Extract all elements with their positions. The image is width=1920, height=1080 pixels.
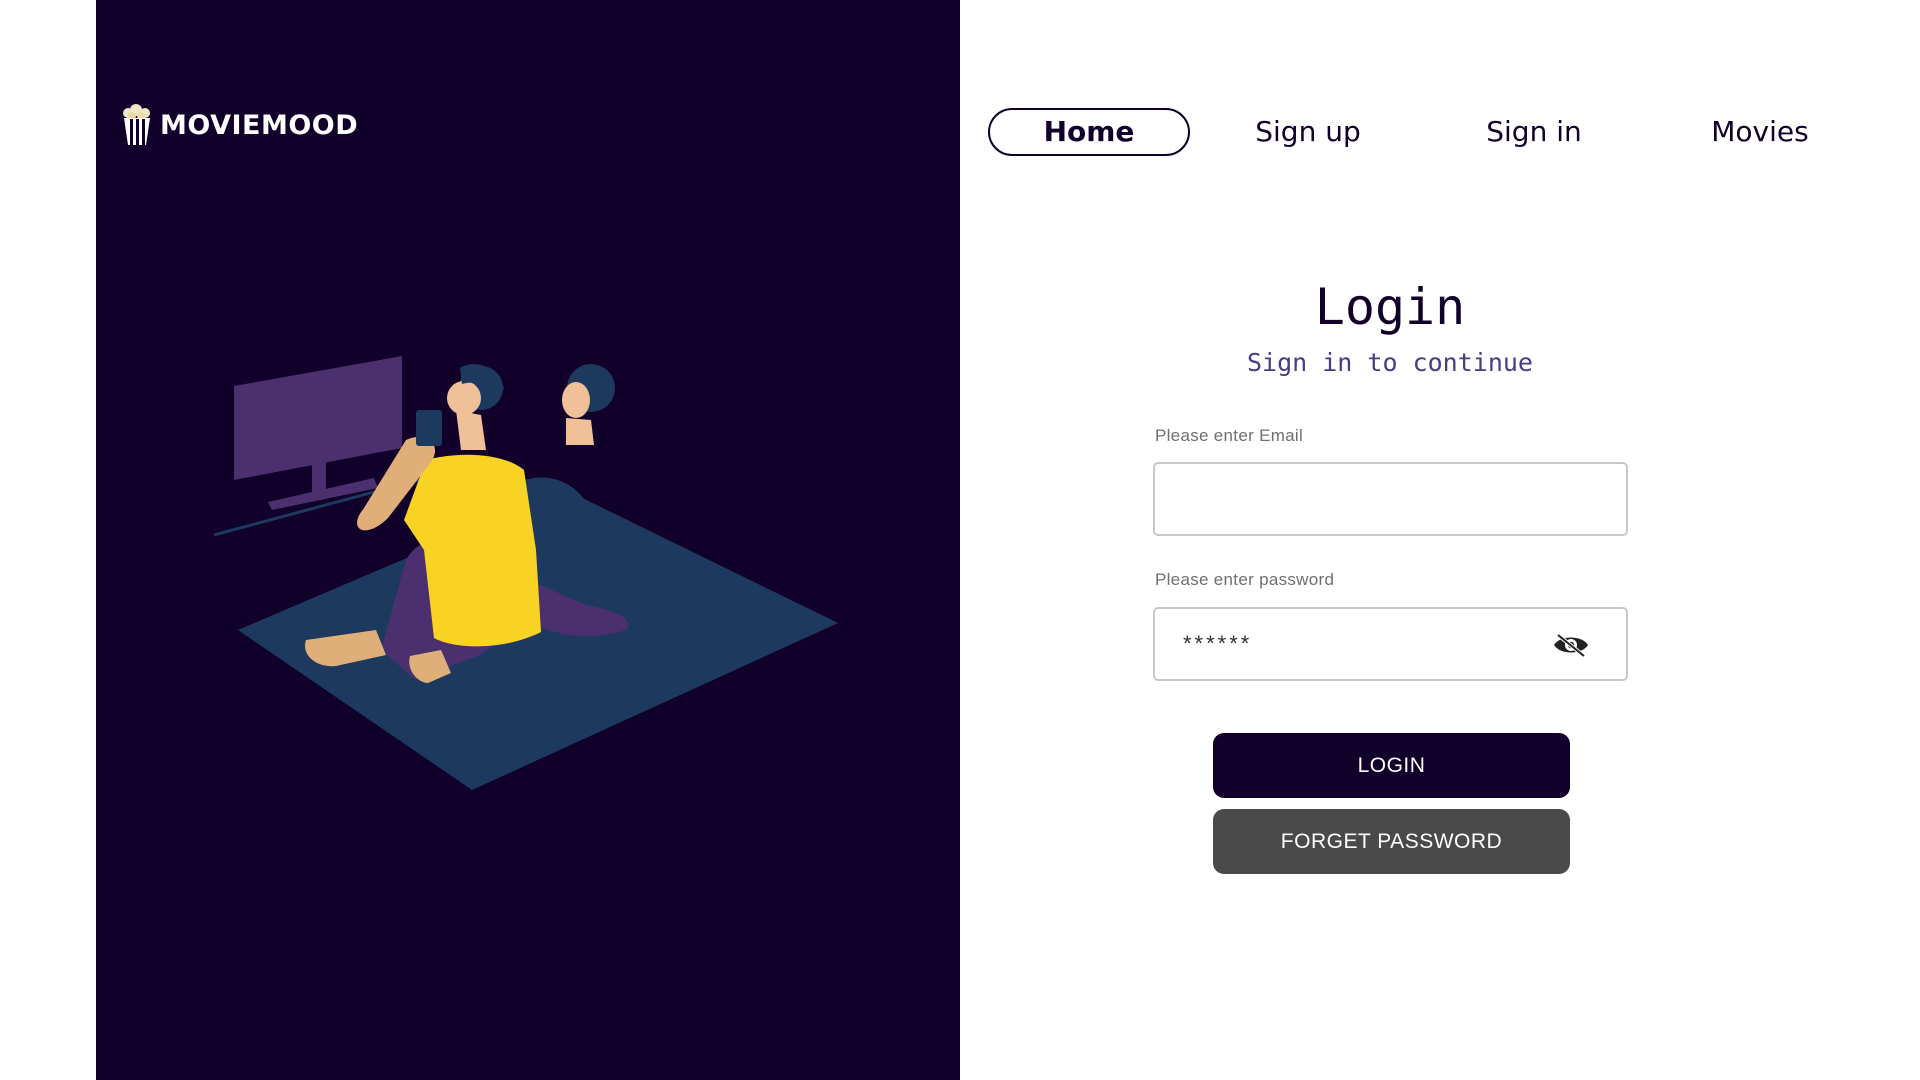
email-label: Please enter Email — [1155, 426, 1304, 445]
nav-sign-up[interactable]: Sign up — [1208, 108, 1408, 156]
email-input[interactable] — [1155, 464, 1626, 534]
login-title: Login — [1314, 278, 1466, 336]
forgot-password-button[interactable]: FORGET PASSWORD — [1213, 809, 1570, 874]
password-label: Please enter password — [1155, 570, 1335, 589]
nav-sign-in[interactable]: Sign in — [1434, 108, 1634, 156]
top-navigation: Home Sign up Sign in Movies — [988, 108, 1848, 158]
login-button[interactable]: LOGIN — [1213, 733, 1570, 798]
hero-panel: MOVIEMOOD — [96, 0, 960, 1080]
password-field — [1153, 607, 1628, 681]
nav-home[interactable]: Home — [988, 108, 1190, 156]
nav-movies[interactable]: Movies — [1660, 108, 1860, 156]
movie-watching-illustration — [213, 356, 838, 790]
brand-logo[interactable]: MOVIEMOOD — [120, 104, 358, 146]
brand-name: MOVIEMOOD — [160, 109, 359, 141]
eye-slash-icon[interactable] — [1552, 631, 1590, 659]
popcorn-icon — [123, 104, 150, 145]
email-field — [1153, 462, 1628, 536]
login-subtitle: Sign in to continue — [1247, 348, 1533, 377]
